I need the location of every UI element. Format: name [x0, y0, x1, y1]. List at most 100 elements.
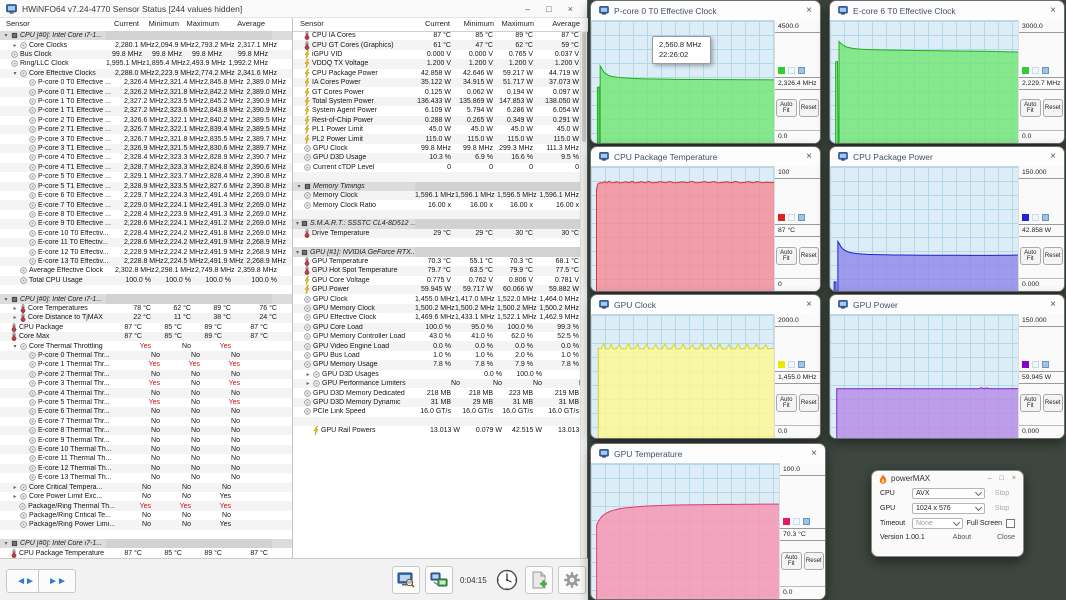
sensor-row[interactable]: P-core 5 T0 Effective ... 2,329.1 MHz 2,32…	[0, 172, 292, 181]
sensor-row[interactable]: E-core 7 T0 Effective ... 2,229.0 MHz 2,22…	[0, 200, 292, 210]
sensor-row[interactable]: P-core 4 Thermal Thr... No No No	[0, 388, 292, 398]
sensor-row[interactable]: Memory Clock Ratio 16.00 x 16.00 x 16.00 x 1…	[293, 200, 582, 209]
close-icon[interactable]: ×	[1012, 475, 1016, 482]
chevron-expanded-icon[interactable]: ▾	[12, 343, 18, 350]
sensor-group-row[interactable]: ▾ GPU [#1]: NVIDIA GeForce RTX...	[293, 247, 582, 257]
sensor-row[interactable]: CPU Package Power 42.858 W 42.646 W 59.217 …	[293, 68, 582, 78]
series2-color-swatch[interactable]	[1032, 66, 1039, 74]
sensor-row[interactable]: P-core 3 Thermal Thr... Yes No Yes	[0, 379, 292, 388]
close-icon[interactable]: ×	[1050, 299, 1056, 310]
series2-color-swatch[interactable]	[788, 66, 795, 74]
sensor-row[interactable]: P-core 0 Thermal Thr... No No No	[0, 350, 292, 361]
close-icon[interactable]: ×	[568, 0, 573, 18]
timeout-dropdown[interactable]: None	[912, 518, 963, 529]
sensor-row[interactable]: GPU Clock 99.8 MHz 99.8 MHz 299.3 MHz 111.3 …	[293, 144, 582, 153]
chevron-expanded-icon[interactable]: ▾	[296, 249, 299, 256]
sensor-row[interactable]: IA Cores Power 35.122 W 34.915 W 51.717 W 37…	[293, 78, 582, 88]
close-icon[interactable]: ×	[1050, 151, 1056, 162]
sensor-row[interactable]: P-core 3 T1 Effective ... 2,326.9 MHz 2,32…	[0, 143, 292, 154]
chevron-collapsed-icon[interactable]: ▸	[12, 42, 18, 49]
series2-color-swatch[interactable]	[1032, 214, 1039, 222]
sensor-row[interactable]: E-core 10 T0 Effectiv... 2,228.4 MHz 2,224…	[0, 229, 292, 238]
sensor-row[interactable]: CPU Package Temperature 87 °C 85 °C 89 °C 87…	[0, 548, 292, 558]
cpu-test-dropdown[interactable]: AVX	[912, 488, 985, 499]
sensor-row[interactable]: Core Max 87 °C 85 °C 89 °C 87 °C	[0, 332, 292, 342]
sensor-row[interactable]: GPU Temperature 70.3 °C 55.1 °C 70.3 °C 68.1…	[293, 257, 582, 266]
series3-color-swatch[interactable]	[803, 517, 810, 525]
sensor-group-row[interactable]: ▾ Memory Timings	[293, 181, 582, 191]
sensor-row[interactable]: Ring/LLC Clock 1,995.1 MHz 1,895.4 MHz 2,49…	[0, 59, 292, 68]
sensor-row[interactable]: E-core 9 Thermal Thr... No No No	[0, 435, 292, 444]
sensor-row[interactable]: ▸ GPU D3D Usages 0.0 % 100.0 %	[293, 370, 582, 379]
close-button[interactable]: Close	[997, 534, 1015, 541]
sensor-row[interactable]: E-core 8 Thermal Thr... No No No	[0, 426, 292, 436]
sensor-row[interactable]: P-core 5 T1 Effective ... 2,328.9 MHz 2,32…	[0, 181, 292, 191]
clock-icon[interactable]	[494, 567, 520, 593]
title-bar[interactable]: HWiNFO64 v7.24-4770 Sensor Status [244 v…	[0, 0, 587, 18]
series2-color-swatch[interactable]	[1032, 361, 1039, 369]
chevron-expanded-icon[interactable]: ▾	[12, 70, 18, 77]
sensor-row[interactable]: ▸ Core Power Limit Exc... No No Yes	[0, 492, 292, 501]
settings-gear-icon[interactable]	[557, 566, 586, 594]
sensor-row[interactable]: ▾ Core Thermal Throttling Yes No Yes	[0, 341, 292, 350]
gpu-test-dropdown[interactable]: 1024 x 576	[912, 503, 985, 514]
sensor-row[interactable]: VDDQ TX Voltage 1.200 V 1.200 V 1.200 V 1.20…	[293, 59, 582, 69]
sensor-row[interactable]: GPU Power 59.945 W 59.717 W 60.066 W 59.882 …	[293, 284, 582, 295]
series3-color-swatch[interactable]	[1042, 66, 1049, 74]
close-icon[interactable]: ×	[806, 299, 812, 310]
sensor-row[interactable]: CPU Package 87 °C 85 °C 89 °C 87 °C	[0, 322, 292, 332]
graph-titlebar[interactable]: GPU Power ×	[830, 295, 1064, 314]
maximize-icon[interactable]: □	[1000, 475, 1004, 482]
reset-button[interactable]: Reset	[1042, 99, 1063, 118]
close-icon[interactable]: ×	[1050, 5, 1056, 16]
series3-color-swatch[interactable]	[798, 361, 805, 369]
chevron-collapsed-icon[interactable]: ▸	[12, 484, 18, 491]
sensor-row[interactable]: P-core 1 T1 Effective ... 2,327.2 MHz 2,32…	[0, 106, 292, 116]
sensor-row[interactable]: ▸ Core Temperatures 78 °C 62 °C 89 °C 76 °C	[0, 304, 292, 313]
sensor-row[interactable]: E-core 6 Thermal Thr... No No No	[0, 407, 292, 417]
chevron-expanded-icon[interactable]: ▾	[3, 296, 9, 303]
sensor-row[interactable]: PL1 Power Limit 45.0 W 45.0 W 45.0 W 45.0 W	[293, 125, 582, 135]
series3-color-swatch[interactable]	[1042, 214, 1049, 222]
powermax-titlebar[interactable]: powerMAX – □ ×	[872, 471, 1023, 486]
sensor-row[interactable]: E-core 11 Thermal Th... No No No	[0, 454, 292, 463]
sensor-pane-right[interactable]: CPU IA Cores 87 °C 85 °C 89 °C 87 °C CPU GT C…	[293, 31, 582, 558]
sensor-row[interactable]: iGPU VID 0.000 V 0.000 V 0.765 V 0.037 V	[293, 50, 582, 60]
series3-color-swatch[interactable]	[798, 214, 805, 222]
sensor-group-row[interactable]: ▾ CPU [#0]: Intel Core i7-1...	[0, 538, 292, 549]
sensor-row[interactable]: GPU Effective Clock 1,469.6 MHz 1,433.1 MH…	[293, 313, 582, 322]
sensor-group-row[interactable]: ▾ CPU [#0]: Intel Core i7-1...	[0, 294, 292, 304]
sensor-row[interactable]: E-core 12 T0 Effectiv... 2,228.9 MHz 2,224…	[0, 247, 292, 256]
chevron-expanded-icon[interactable]: ▾	[3, 540, 9, 547]
sensor-row[interactable]: GPU Memory Controller Load 43.0 % 41.0 % 62…	[293, 332, 582, 341]
sensor-row[interactable]: P-core 4 T1 Effective ... 2,328.7 MHz 2,32…	[0, 162, 292, 173]
sensor-row[interactable]: Current cTDP Level 0 0 0 0	[293, 163, 582, 172]
sensor-row[interactable]: P-core 4 T0 Effective ... 2,328.4 MHz 2,32…	[0, 153, 292, 162]
auto-fit-button[interactable]: Auto Fit	[1020, 394, 1041, 413]
sensor-row[interactable]: PCIe Link Speed 16.0 GT/s 16.0 GT/s 16.0 GT…	[293, 407, 582, 416]
series-color-swatch[interactable]	[778, 361, 785, 369]
reset-button[interactable]: Reset	[803, 552, 824, 571]
series-color-swatch[interactable]	[778, 66, 785, 74]
graph-titlebar[interactable]: CPU Package Temperature ×	[591, 147, 820, 166]
sensor-pane-left[interactable]: ▾ CPU [#0]: Intel Core i7-1... ▸ Core Clock…	[0, 31, 292, 558]
monitor-search-button[interactable]	[392, 566, 420, 594]
sensor-row[interactable]: GPU Core Load 100.0 % 95.0 % 100.0 % 99.3 %	[293, 322, 582, 332]
chevron-collapsed-icon[interactable]: ▸	[12, 314, 18, 321]
sensor-row[interactable]: P-core 1 Thermal Thr... Yes Yes Yes	[0, 360, 292, 369]
about-button[interactable]: About	[953, 534, 971, 541]
sensor-row[interactable]: P-core 3 T0 Effective ... 2,326.7 MHz 2,32…	[0, 134, 292, 143]
add-report-button[interactable]	[524, 566, 553, 594]
chevron-collapsed-icon[interactable]: ▸	[12, 305, 18, 312]
sensor-row[interactable]: PL2 Power Limit 115.0 W 115.0 W 115.0 W 115.…	[293, 134, 582, 144]
sensor-row[interactable]: GPU Rail Powers 13.013 W 0.079 W 42.515 W 13…	[293, 426, 582, 436]
reset-button[interactable]: Reset	[798, 99, 819, 118]
sensor-row[interactable]: Total CPU Usage 100.0 % 100.0 % 100.0 % 100.…	[0, 275, 292, 285]
series-color-swatch[interactable]	[1022, 214, 1029, 222]
chevron-expanded-icon[interactable]: ▾	[296, 220, 299, 227]
sensor-row[interactable]: GPU Core Voltage 0.775 V 0.762 V 0.806 V 0.7…	[293, 275, 582, 285]
sensor-row[interactable]: E-core 6 T0 Effective ... 2,229.7 MHz 2,22…	[0, 191, 292, 200]
sensor-row[interactable]: CPU IA Cores 87 °C 85 °C 89 °C 87 °C	[293, 31, 582, 41]
graph-titlebar[interactable]: GPU Temperature ×	[591, 444, 825, 463]
series2-color-swatch[interactable]	[793, 517, 800, 525]
